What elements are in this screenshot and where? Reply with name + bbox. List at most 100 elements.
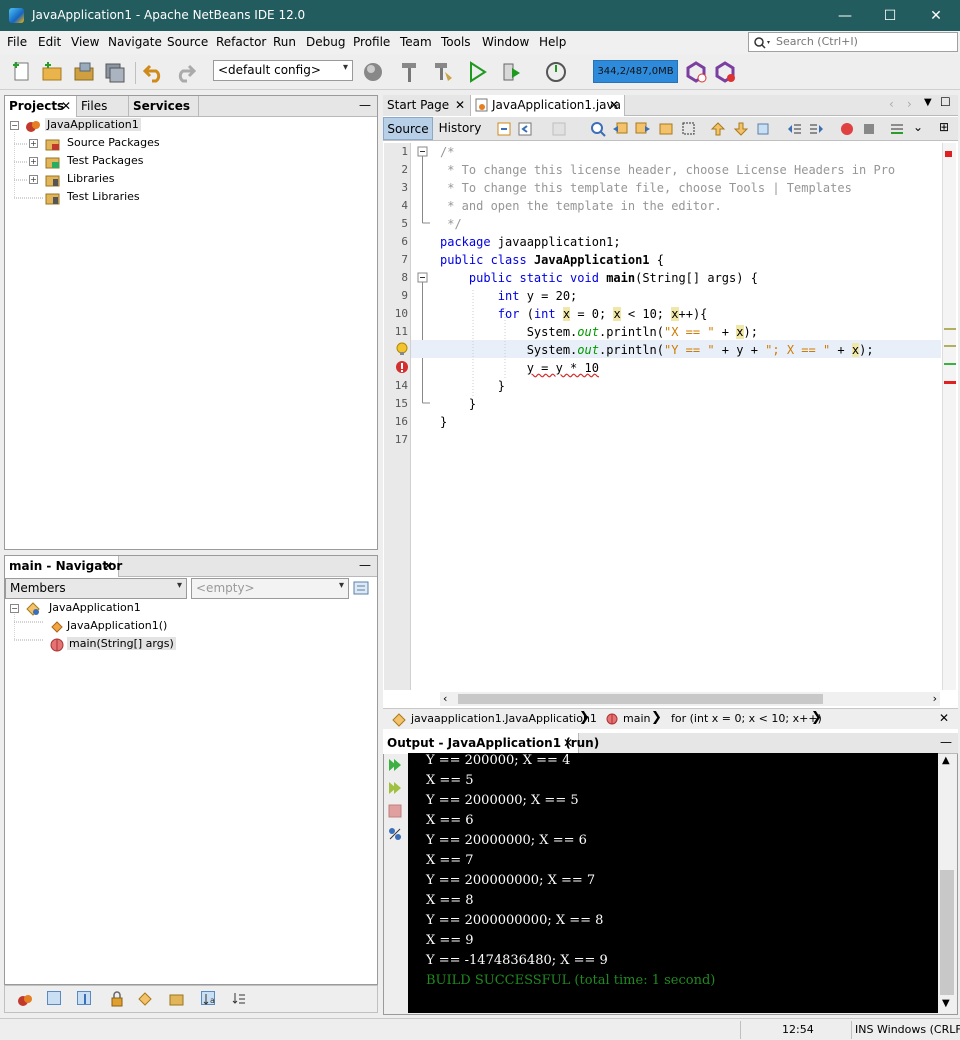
tab-navigator[interactable]: main - Navigator ✕ [5, 556, 122, 577]
scroll-down-icon[interactable]: ▼ [942, 998, 950, 1009]
menu-source[interactable]: Source [167, 35, 208, 49]
navigator-options-icon[interactable] [353, 580, 369, 595]
sort-source-icon[interactable] [231, 991, 245, 1005]
code-line-5[interactable]: */ [440, 217, 461, 231]
code-line-7[interactable]: public class JavaApplication1 { [440, 253, 664, 267]
output-vertical-scrollbar[interactable]: ▲ ▼ [938, 754, 956, 1013]
code-line-3[interactable]: * To change this template file, choose T… [440, 181, 852, 195]
shift-left-icon[interactable] [786, 121, 801, 135]
inherited-members-icon[interactable] [17, 992, 32, 1006]
stop-icon[interactable] [387, 803, 403, 819]
shift-right-icon[interactable] [809, 121, 823, 135]
test-libraries[interactable]: Test Libraries [67, 190, 140, 203]
menu-profile[interactable]: Profile [353, 35, 390, 49]
close-window-button[interactable]: ✕ [913, 0, 959, 31]
class-filter-icon[interactable] [137, 991, 152, 1006]
find-icon[interactable] [590, 121, 606, 137]
menu-file[interactable]: File [7, 35, 27, 49]
menu-debug[interactable]: Debug [306, 35, 345, 49]
fields-filter-icon[interactable] [47, 991, 61, 1005]
sort-az-icon[interactable]: a [201, 991, 215, 1005]
rect-selection-icon[interactable] [681, 121, 695, 135]
code-line-1[interactable]: /* [440, 145, 454, 159]
scroll-right-icon[interactable]: › [933, 692, 937, 705]
libraries[interactable]: Libraries [67, 172, 115, 185]
search-input[interactable]: Search (Ctrl+I) [748, 32, 958, 52]
collapse-icon[interactable]: − [10, 121, 19, 130]
config-dropdown[interactable]: <default config> ▾ [213, 60, 353, 81]
next-bookmark-icon[interactable] [733, 121, 749, 136]
members-dropdown[interactable]: Members ▾ [5, 578, 187, 599]
new-project-icon[interactable] [40, 60, 64, 84]
find-next-icon[interactable] [635, 121, 650, 135]
warning-mark[interactable] [944, 345, 956, 347]
error-stripe[interactable] [942, 143, 956, 690]
gc-icon[interactable] [684, 60, 708, 84]
collapse-icon[interactable]: − [10, 604, 19, 613]
back-icon[interactable] [517, 121, 532, 136]
menu-navigate[interactable]: Navigate [108, 35, 162, 49]
code-line-2[interactable]: * To change this license header, choose … [440, 163, 895, 177]
scroll-left-icon[interactable]: ‹ [443, 692, 447, 705]
test-packages[interactable]: Test Packages [67, 154, 143, 167]
close-icon[interactable]: ✕ [563, 736, 573, 750]
prev-bookmark-icon[interactable] [710, 121, 726, 136]
menu-help[interactable]: Help [539, 35, 566, 49]
breadcrumb-class[interactable]: javaapplication1.JavaApplication1 [411, 712, 597, 725]
new-file-icon[interactable] [10, 60, 34, 84]
line-ending[interactable]: Windows (CRLF) [877, 1023, 960, 1036]
lightbulb-hint-icon[interactable] [395, 342, 409, 356]
undo-icon[interactable] [142, 60, 166, 84]
close-icon[interactable]: ✕ [455, 98, 465, 112]
profile-icon[interactable] [544, 60, 568, 84]
close-icon[interactable]: ✕ [61, 99, 71, 113]
caret-position[interactable]: 12:54 [782, 1023, 814, 1036]
project-root[interactable]: JavaApplication1 [45, 118, 141, 131]
error-summary-mark[interactable] [945, 151, 952, 157]
code-line-8[interactable]: public static void main(String[] args) { [440, 271, 758, 285]
empty-dropdown[interactable]: <empty> ▾ [191, 578, 349, 599]
split-editor-icon[interactable]: ⊞ [939, 120, 949, 134]
scroll-right-icon[interactable]: › [907, 97, 912, 111]
navigator-constructor[interactable]: JavaApplication1() [67, 619, 167, 632]
breadcrumb-for[interactable]: for (int x = 0; x < 10; x++) [671, 712, 822, 725]
code-line-15[interactable]: } [440, 397, 476, 411]
maximize-editor-icon[interactable]: ☐ [940, 95, 951, 109]
stop-macro-icon[interactable] [861, 121, 875, 135]
tab-files[interactable]: Files [77, 96, 129, 117]
minimize-panel-icon[interactable]: — [359, 558, 371, 572]
globe-icon[interactable] [361, 60, 385, 84]
redo-icon[interactable] [173, 60, 197, 84]
tab-output[interactable]: Output - JavaApplication1 (run) ✕ [383, 733, 599, 754]
navigator-main-method[interactable]: main(String[] args) [67, 637, 176, 650]
package-sort-icon[interactable] [169, 991, 184, 1006]
menu-tools[interactable]: Tools [441, 35, 471, 49]
scrollbar-thumb[interactable] [940, 870, 954, 995]
tab-projects[interactable]: Projects ✕ [5, 96, 77, 117]
last-edit-icon[interactable] [496, 121, 511, 136]
warning-mark[interactable] [944, 328, 956, 330]
static-filter-icon[interactable] [77, 991, 91, 1005]
start-macro-icon[interactable] [839, 121, 853, 135]
error-icon[interactable] [395, 360, 409, 374]
tab-start-page[interactable]: Start Page ✕ [383, 95, 471, 116]
insert-mode[interactable]: INS [855, 1023, 873, 1036]
find-previous-icon[interactable] [612, 121, 628, 135]
menu-run[interactable]: Run [273, 35, 296, 49]
run-icon[interactable] [465, 60, 489, 84]
scrollbar-thumb[interactable] [458, 694, 823, 704]
code-line-4[interactable]: * and open the template in the editor. [440, 199, 722, 213]
close-icon[interactable]: ✕ [609, 98, 619, 112]
editor-horizontal-scrollbar[interactable]: ‹ › [440, 692, 940, 706]
output-settings-icon[interactable] [387, 826, 403, 842]
code-line-16[interactable]: } [440, 415, 447, 429]
close-icon[interactable]: ✕ [103, 559, 113, 573]
forward-icon[interactable] [551, 121, 566, 136]
code-line-13[interactable]: y = y * 10 [440, 361, 599, 375]
profile-snapshot-icon[interactable] [713, 60, 737, 84]
menu-team[interactable]: Team [400, 35, 432, 49]
error-mark[interactable] [944, 381, 956, 384]
memory-indicator[interactable]: 344,2/487,0MB [593, 60, 678, 83]
clean-build-icon[interactable] [431, 60, 455, 84]
minimize-panel-icon[interactable]: — [940, 735, 952, 749]
